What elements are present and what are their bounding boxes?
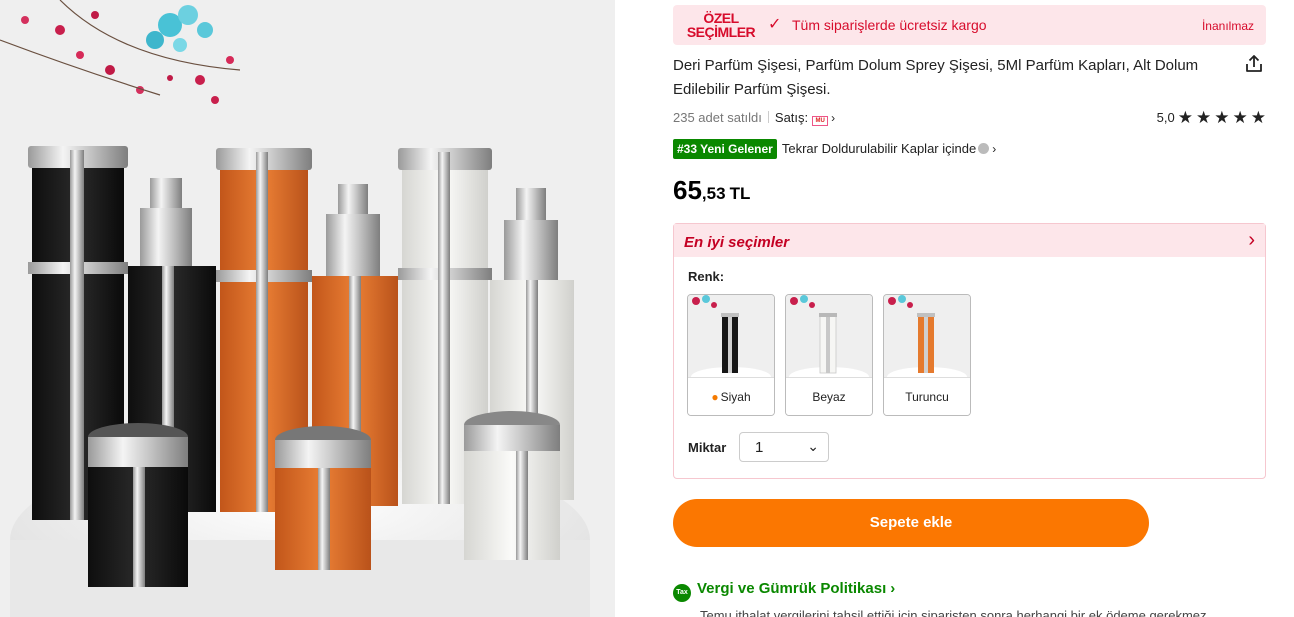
- tax-policy-title[interactable]: Vergi ve Gümrük Politikası ›: [697, 580, 895, 597]
- rank-badge: #33 Yeni Gelener: [673, 139, 777, 159]
- check-icon: ✓: [768, 16, 782, 33]
- chevron-right-icon: ›: [992, 142, 997, 156]
- chevron-right-icon: ›: [831, 111, 836, 125]
- best-picks-title: En iyi seçimler: [684, 234, 790, 251]
- color-option-label: ● Siyah: [688, 377, 774, 415]
- star-icon: ★: [1196, 108, 1212, 127]
- color-thumbnail: [786, 295, 872, 379]
- product-main-image[interactable]: [0, 0, 615, 617]
- promo-banner[interactable]: ÖZEL SEÇİMLER ✓ Tüm siparişlerde ücretsi…: [673, 5, 1266, 45]
- color-name: Beyaz: [812, 390, 846, 404]
- seller-link[interactable]: Satış: MU ›: [774, 110, 836, 126]
- quantity-select[interactable]: 1 ⌄: [739, 432, 829, 462]
- star-icon: ★: [1214, 108, 1230, 127]
- tax-description: Temu ithalat vergilerini tahsil ettiği i…: [700, 608, 1211, 617]
- quantity-value: 1: [755, 439, 764, 456]
- ozel-secimler-logo: ÖZEL SEÇİMLER: [683, 11, 759, 39]
- price-currency: TL: [729, 184, 751, 203]
- best-picks-header[interactable]: En iyi seçimler ›: [674, 224, 1265, 257]
- color-name: Turuncu: [905, 390, 949, 404]
- sold-count: 235 adet satıldı: [673, 110, 762, 125]
- color-option-label: Turuncu: [884, 377, 970, 415]
- color-option-siyah[interactable]: ● Siyah: [687, 294, 775, 416]
- star-icon: ★: [1177, 108, 1193, 127]
- rating-value: 5,0: [1156, 110, 1175, 125]
- price-integer: 65: [673, 175, 702, 205]
- seller-label: Satış:: [774, 110, 809, 125]
- tax-icon: Tax: [673, 584, 691, 602]
- seller-logo: MU: [812, 116, 829, 126]
- star-icon: ★: [1232, 108, 1248, 127]
- promo-link[interactable]: İnanılmaz: [1202, 19, 1254, 33]
- tax-policy-title-text: Vergi ve Gümrük Politikası: [697, 580, 887, 597]
- promo-logo-line1: ÖZEL: [703, 10, 739, 26]
- color-option-label: Beyaz: [786, 377, 872, 415]
- share-icon[interactable]: [1243, 53, 1265, 75]
- category-rank[interactable]: #33 Yeni Gelener Tekrar Doldurulabilir Ka…: [673, 139, 996, 159]
- color-name: Siyah: [720, 390, 751, 404]
- sales-meta: 235 adet satıldı Satış: MU ›: [673, 110, 835, 126]
- color-option-beyaz[interactable]: Beyaz: [785, 294, 873, 416]
- best-picks-box: En iyi seçimler › Renk: ● Siyah Beyaz Tu…: [673, 223, 1266, 479]
- product-title: Deri Parfüm Şişesi, Parfüm Dolum Sprey Ş…: [673, 57, 1199, 98]
- chevron-right-icon: ›: [890, 580, 896, 597]
- color-thumbnail: [884, 295, 970, 379]
- color-thumbnail: [688, 295, 774, 379]
- divider: [767, 111, 769, 123]
- flame-icon: ●: [711, 390, 719, 404]
- rating[interactable]: 5,0 ★ ★ ★ ★ ★: [1156, 108, 1266, 127]
- add-to-cart-button[interactable]: Sepete ekle: [673, 499, 1149, 547]
- tax-policy[interactable]: Tax Vergi ve Gümrük Politikası ›: [673, 580, 895, 602]
- price-decimal: ,53: [701, 184, 726, 203]
- info-icon: [978, 143, 990, 154]
- product-info-panel: ÖZEL SEÇİMLER ✓ Tüm siparişlerde ücretsi…: [673, 0, 1267, 617]
- color-option-turuncu[interactable]: Turuncu: [883, 294, 971, 416]
- promo-logo-line2: SEÇİMLER: [686, 24, 756, 40]
- star-icon: ★: [1250, 108, 1266, 127]
- color-label: Renk:: [688, 269, 725, 284]
- rank-category: Tekrar Doldurulabilir Kaplar içinde: [781, 141, 977, 156]
- product-photo-illustration: [0, 0, 615, 617]
- chevron-right-icon[interactable]: ›: [1248, 229, 1255, 252]
- free-shipping-text: Tüm siparişlerde ücretsiz kargo: [792, 17, 987, 33]
- quantity-label: Miktar: [688, 440, 727, 455]
- price: 65,53 TL: [673, 175, 750, 206]
- chevron-down-icon: ⌄: [807, 438, 819, 454]
